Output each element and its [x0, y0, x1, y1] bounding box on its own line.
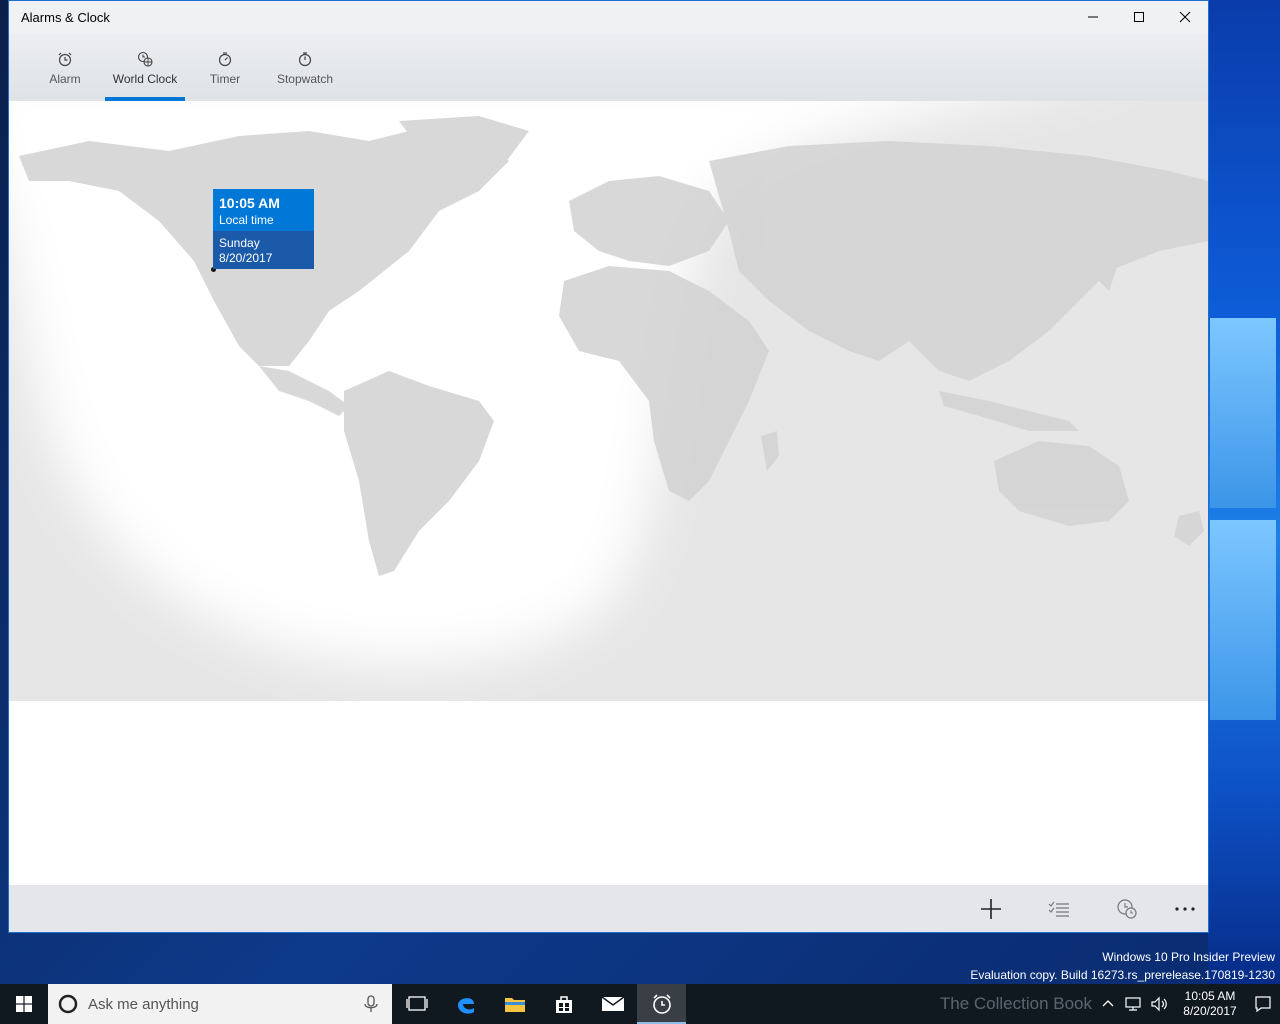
edge-icon [457, 998, 474, 1014]
local-date: 8/20/2017 [219, 251, 273, 265]
tab-label: Alarm [49, 72, 81, 86]
window-title: Alarms & Clock [21, 9, 110, 25]
store-icon [555, 996, 572, 1013]
notification-icon [1255, 996, 1271, 1013]
local-date-block: Sunday 8/20/2017 [213, 231, 314, 269]
windows-logo-pane [1210, 318, 1276, 508]
file-explorer-button[interactable] [490, 984, 539, 1024]
mail-button[interactable] [588, 984, 637, 1024]
tab-timer[interactable]: Timer [185, 33, 265, 101]
nav-tabs: Alarm World Clock Timer Stopwatch [9, 33, 1208, 101]
build-info-line1: Windows 10 Pro Insider Preview [1102, 950, 1275, 964]
alarms-clock-taskbar-button[interactable] [637, 984, 686, 1024]
store-button[interactable] [539, 984, 588, 1024]
tab-world-clock[interactable]: World Clock [105, 33, 185, 101]
folder-icon [504, 998, 525, 1012]
tab-label: Timer [209, 72, 241, 86]
alarm-clock-icon [58, 52, 72, 67]
windows-logo-pane [1210, 520, 1276, 720]
add-button[interactable] [979, 897, 1003, 921]
windows-logo-icon [16, 996, 32, 1012]
task-view-button[interactable] [392, 984, 441, 1024]
task-view-icon [405, 996, 428, 1011]
title-bar[interactable]: Alarms & Clock [9, 1, 1208, 33]
taskbar-clock[interactable]: 10:05 AM 8/20/2017 [1174, 989, 1246, 1019]
minimize-button[interactable] [1070, 1, 1116, 33]
clock-time: 10:05 AM [1184, 989, 1236, 1003]
compare-button[interactable] [1115, 897, 1139, 921]
world-map[interactable]: 10:05 AM Local time Sunday 8/20/2017 [9, 101, 1208, 701]
tab-stopwatch[interactable]: Stopwatch [265, 33, 345, 101]
command-bar [9, 885, 1208, 932]
chevron-up-icon[interactable] [1100, 996, 1116, 1012]
local-time-header: 10:05 AM Local time [213, 189, 314, 231]
close-icon [1179, 11, 1191, 23]
microphone-icon[interactable] [360, 994, 382, 1014]
tab-label: World Clock [112, 72, 178, 86]
compare-clock-icon [1117, 899, 1137, 919]
minimize-icon [1088, 16, 1098, 18]
alarm-clock-icon [652, 994, 671, 1014]
maximize-button[interactable] [1116, 1, 1162, 33]
watermark-text: The Collection Book [939, 994, 1092, 1013]
mail-icon [601, 996, 624, 1011]
local-time: 10:05 AM [219, 195, 280, 211]
more-button[interactable] [1173, 897, 1197, 921]
local-day: Sunday [219, 236, 260, 250]
local-time-card[interactable]: 10:05 AM Local time Sunday 8/20/2017 [213, 189, 314, 269]
tab-alarm[interactable]: Alarm [25, 33, 105, 101]
edge-button[interactable] [441, 984, 490, 1024]
build-info-line2: Evaluation copy. Build 16273.rs_prerelea… [970, 968, 1275, 982]
action-center-button[interactable] [1246, 984, 1280, 1024]
system-tray: The Collection Book 10:05 AM 8/20/2017 [940, 984, 1280, 1024]
globe-clock-icon [137, 51, 153, 67]
cortana-icon [58, 994, 78, 1014]
plus-icon [981, 899, 1001, 919]
tab-label: Stopwatch [276, 72, 334, 86]
stopwatch-icon [298, 52, 312, 67]
select-button[interactable] [1047, 897, 1071, 921]
more-icon [1175, 907, 1195, 911]
local-time-label: Local time [219, 213, 274, 227]
world-map-graphic [9, 101, 1208, 701]
clock-date: 8/20/2017 [1183, 1004, 1237, 1018]
checklist-icon [1048, 901, 1069, 917]
maximize-icon [1134, 12, 1144, 22]
volume-icon[interactable] [1150, 996, 1168, 1012]
close-button[interactable] [1162, 1, 1208, 33]
timer-icon [218, 52, 232, 67]
network-icon[interactable] [1124, 996, 1142, 1012]
search-placeholder: Ask me anything [88, 995, 199, 1013]
app-window: Alarms & Clock Alarm World Clock Timer S… [8, 0, 1209, 933]
cortana-search-box[interactable]: Ask me anything [48, 984, 392, 1024]
start-button[interactable] [0, 984, 48, 1024]
taskbar: Ask me anything The Collection Book 10:0… [0, 984, 1280, 1024]
